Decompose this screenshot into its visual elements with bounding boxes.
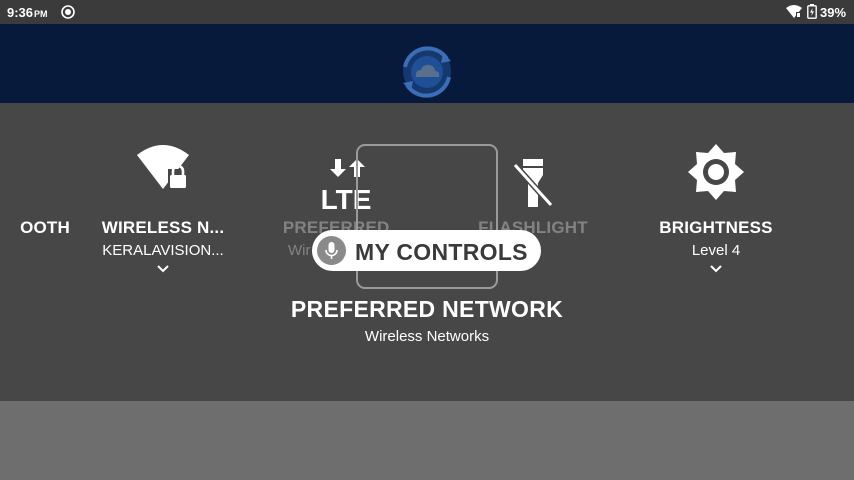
chevron-down-icon[interactable]	[156, 264, 170, 274]
battery-charging-icon	[807, 4, 817, 19]
control-title: OOTH	[20, 218, 70, 237]
control-brightness[interactable]: BRIGHTNESS Level 4	[626, 103, 806, 401]
focused-control-subtitle: Wireless Networks	[364, 328, 490, 345]
brightness-icon	[688, 144, 744, 200]
microphone-icon[interactable]	[317, 236, 346, 265]
control-subtitle: Level 4	[691, 242, 741, 259]
status-bar: 9:36PM 39%	[0, 0, 854, 24]
chevron-down-icon[interactable]	[709, 264, 723, 274]
clock: 9:36PM	[7, 5, 48, 20]
app-bar	[0, 24, 854, 103]
control-subtitle: KERALAVISION...	[102, 242, 224, 259]
focused-control-title: PREFERRED NETWORK	[290, 296, 564, 322]
voice-controls-pill[interactable]: MY CONTROLS	[312, 230, 541, 271]
control-bluetooth[interactable]: OOTH	[0, 103, 70, 401]
cloud-sync-logo	[403, 46, 451, 98]
battery-percent: 39%	[820, 5, 847, 20]
controls-panel: OOTH WIRELESS N... KERALAVISION... LTE P…	[0, 103, 854, 401]
control-wireless-network[interactable]: WIRELESS N... KERALAVISION...	[73, 103, 253, 401]
voice-pill-label: MY CONTROLS	[355, 239, 528, 265]
control-title: WIRELESS N...	[101, 218, 225, 237]
flashlight-off-icon	[512, 159, 554, 208]
control-title: BRIGHTNESS	[659, 218, 773, 237]
wifi-lock-icon	[137, 145, 189, 189]
backdrop	[0, 401, 854, 480]
wifi-icon	[786, 5, 802, 18]
sync-icon	[61, 5, 75, 19]
